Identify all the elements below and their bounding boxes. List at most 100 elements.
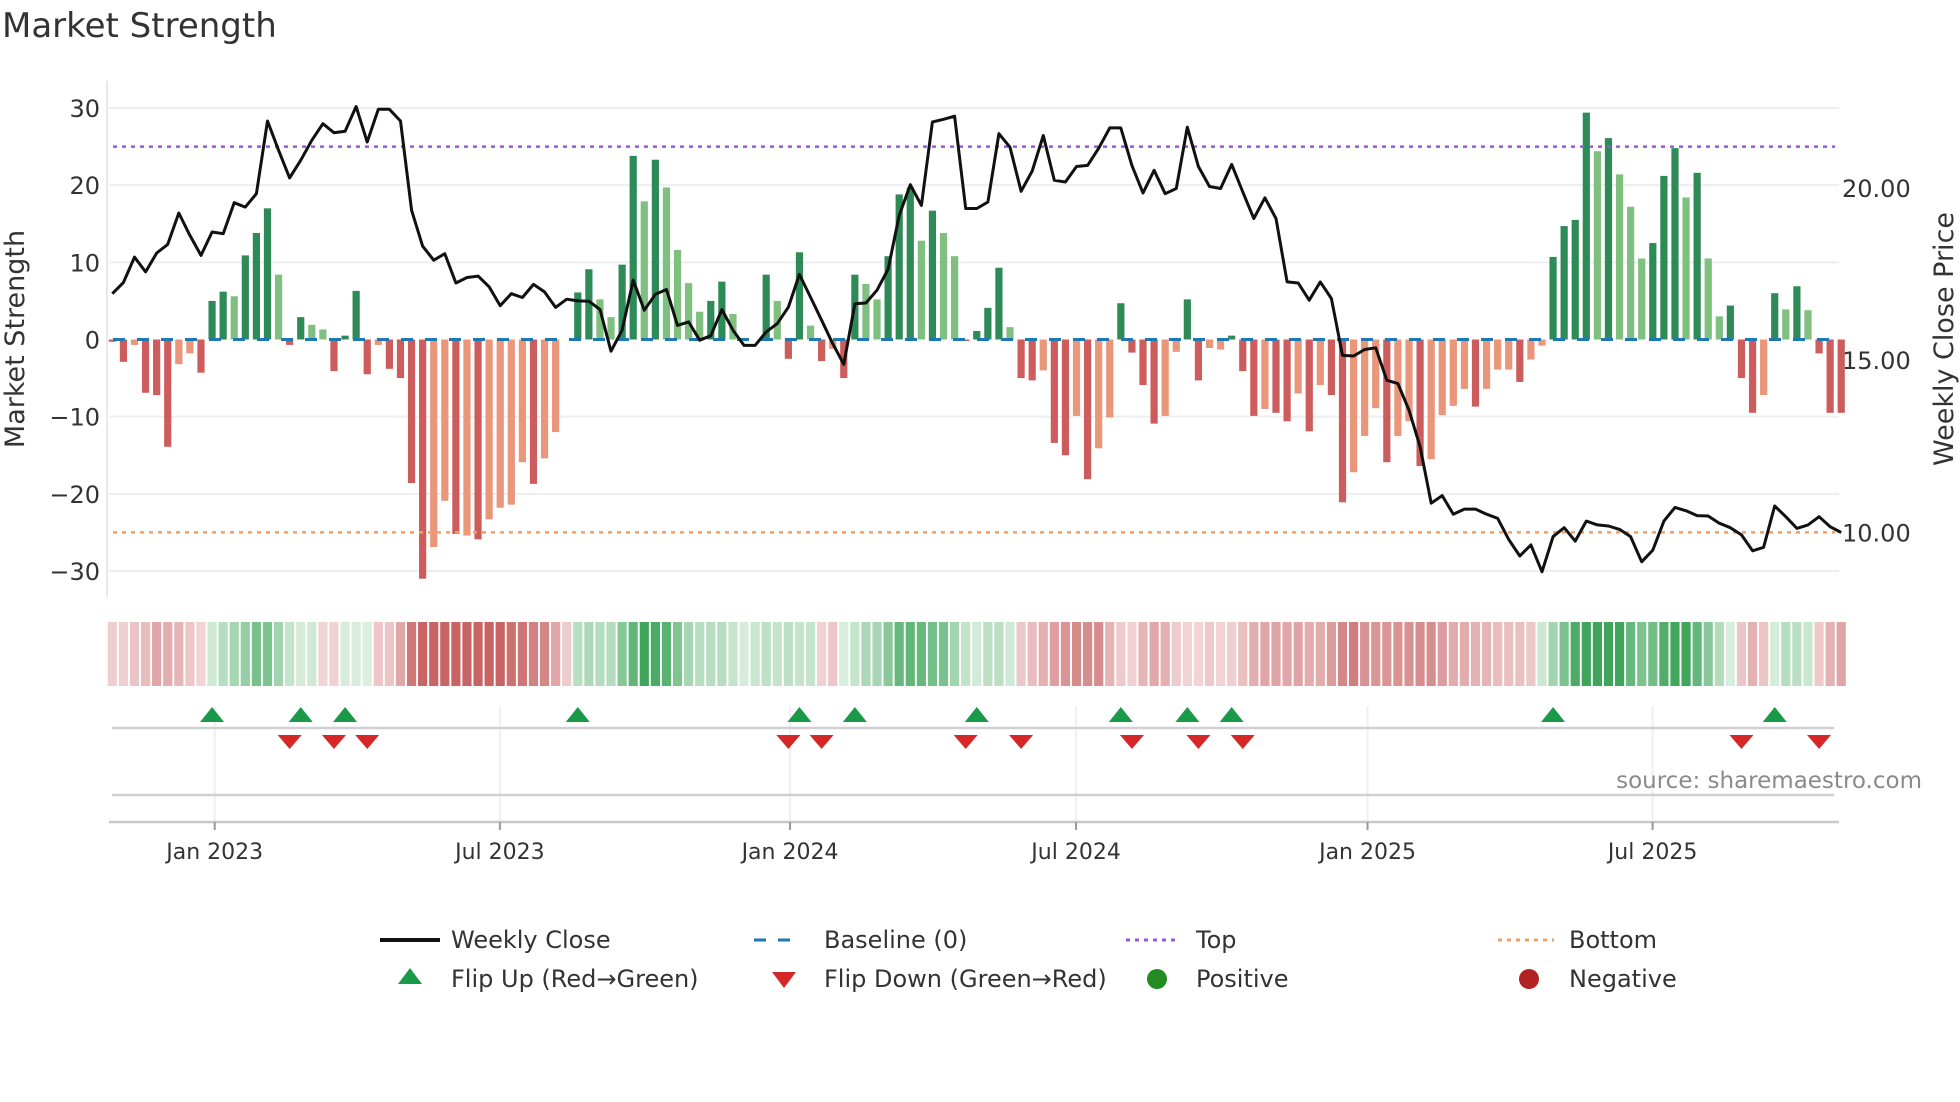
strength-bar bbox=[1383, 339, 1391, 463]
strength-bar bbox=[1349, 339, 1358, 473]
strength-strip-cell bbox=[684, 622, 694, 686]
strength-strip-cell bbox=[218, 622, 228, 686]
strength-bar bbox=[1327, 339, 1336, 396]
strength-strip-cell bbox=[650, 622, 660, 686]
strength-strip-cell bbox=[196, 622, 206, 686]
strength-strip-cell bbox=[761, 622, 771, 686]
strength-strip-cell bbox=[1105, 622, 1115, 686]
strength-strip-cell bbox=[1260, 622, 1270, 686]
strength-strip-cell bbox=[1094, 622, 1104, 686]
strength-strip-cell bbox=[595, 622, 605, 686]
strength-bar bbox=[1771, 293, 1779, 340]
strength-strip-cell bbox=[1459, 622, 1470, 686]
strength-strip-cell bbox=[905, 622, 915, 686]
strength-strip-cell bbox=[1326, 622, 1337, 686]
strength-bar bbox=[1117, 303, 1125, 340]
strength-bar bbox=[1671, 148, 1679, 340]
strength-strip-cell bbox=[1659, 622, 1669, 686]
strength-strip-cell bbox=[1182, 622, 1192, 686]
strength-strip-cell bbox=[240, 622, 250, 686]
strength-strip-cell bbox=[1803, 622, 1813, 686]
strength-bar bbox=[1316, 339, 1324, 386]
flip-down-marker bbox=[355, 735, 380, 749]
strength-bar bbox=[441, 339, 449, 501]
flip-up-marker bbox=[200, 707, 225, 722]
strength-bar bbox=[1194, 339, 1203, 381]
strength-strip-cell bbox=[938, 622, 949, 686]
strength-bar bbox=[1649, 243, 1657, 340]
strength-strip-cell bbox=[972, 622, 982, 686]
strength-bar bbox=[540, 339, 549, 459]
strength-strip-cell bbox=[1437, 622, 1447, 686]
strength-bar bbox=[1571, 219, 1579, 340]
strength-strip-cell bbox=[539, 622, 550, 686]
strength-bar bbox=[164, 339, 172, 447]
strength-bar bbox=[1250, 339, 1258, 416]
y-tick-label: −30 bbox=[49, 558, 100, 586]
strength-strip-cell bbox=[717, 622, 727, 686]
strength-strip-cell bbox=[1548, 622, 1558, 686]
strength-bar bbox=[995, 267, 1003, 340]
strength-strip-cell bbox=[1293, 622, 1303, 686]
strength-strip-cell bbox=[983, 622, 993, 686]
strength-strip-cell bbox=[163, 622, 173, 686]
strength-strip-cell bbox=[839, 622, 849, 686]
strength-strip-cell bbox=[506, 622, 516, 686]
y-tick-label: −10 bbox=[49, 404, 100, 432]
strength-bar bbox=[1748, 339, 1757, 413]
strength-strip-cell bbox=[1005, 622, 1015, 686]
strength-strip-cell bbox=[1071, 622, 1082, 686]
strength-strip-cell bbox=[318, 622, 328, 686]
strength-bar bbox=[1239, 339, 1247, 372]
strength-bar bbox=[1305, 339, 1313, 432]
strength-strip-cell bbox=[1570, 622, 1580, 686]
strength-bar bbox=[1715, 316, 1723, 340]
strength-bar bbox=[862, 283, 870, 340]
strength-bar bbox=[452, 339, 460, 534]
strength-strip-cell bbox=[1060, 622, 1071, 686]
strength-bar bbox=[1693, 172, 1701, 340]
strength-bar bbox=[1527, 339, 1535, 360]
strength-strip-cell bbox=[528, 622, 539, 686]
flip-down-marker bbox=[1119, 735, 1144, 749]
strength-strip-cell bbox=[817, 622, 827, 686]
strength-bar bbox=[474, 339, 482, 540]
strength-strip-cell bbox=[1637, 622, 1647, 686]
flip-up-marker bbox=[333, 707, 358, 722]
strength-bar bbox=[1627, 206, 1635, 340]
strength-bar bbox=[252, 233, 260, 340]
strength-strip-cell bbox=[207, 622, 217, 686]
strength-strip-cell bbox=[1149, 622, 1159, 686]
strength-bar bbox=[407, 339, 416, 484]
strength-strip-cell bbox=[1626, 622, 1636, 686]
strength-strip-cell bbox=[1127, 622, 1137, 686]
strength-bar bbox=[1615, 174, 1624, 340]
flip-down-marker bbox=[1729, 735, 1754, 749]
strength-strip-cell bbox=[1227, 622, 1237, 686]
strength-bar bbox=[1737, 339, 1746, 379]
strength-bar bbox=[230, 296, 238, 340]
strength-bar bbox=[1815, 339, 1823, 354]
strength-bar bbox=[795, 252, 804, 340]
strength-bar bbox=[806, 325, 815, 340]
strength-strip-cell bbox=[639, 622, 649, 686]
strength-bar bbox=[496, 339, 504, 508]
strength-strip-cell bbox=[185, 622, 195, 686]
strength-bar bbox=[1083, 339, 1092, 480]
flip-up-marker bbox=[288, 707, 313, 722]
flip-up-marker bbox=[787, 707, 812, 722]
strength-bar bbox=[928, 210, 937, 340]
strength-bar bbox=[274, 274, 283, 340]
strength-bar bbox=[1516, 339, 1524, 382]
strength-bar bbox=[1604, 138, 1613, 340]
flip-up-marker bbox=[1219, 707, 1244, 722]
strength-strip-cell bbox=[1725, 622, 1735, 686]
strength-strip-cell bbox=[695, 622, 705, 686]
strength-strip-cell bbox=[805, 622, 816, 686]
strength-strip-cell bbox=[1426, 622, 1436, 686]
strength-strip-cell bbox=[1238, 622, 1248, 686]
y-tick-label: −20 bbox=[49, 481, 100, 509]
strength-bar bbox=[1438, 339, 1446, 416]
strength-strip-cell bbox=[296, 622, 306, 686]
flip-up-marker bbox=[1541, 707, 1566, 722]
